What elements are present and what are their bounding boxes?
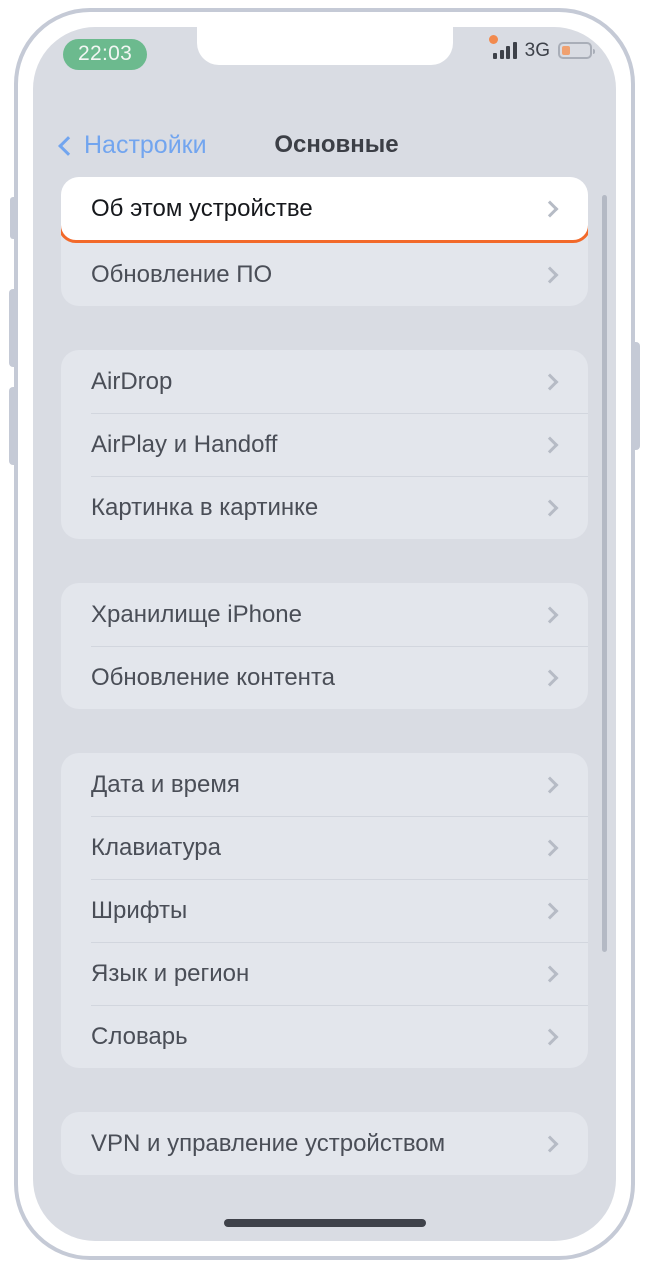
status-indicators: 3G	[489, 35, 595, 61]
chevron-right-icon	[541, 776, 559, 793]
settings-row[interactable]: Клавиатура	[61, 816, 588, 879]
page-title: Основные	[274, 131, 399, 158]
chevron-right-icon	[541, 839, 559, 856]
network-type-label: 3G	[524, 40, 550, 61]
volume-down-button[interactable]	[9, 387, 16, 465]
settings-row-label: Язык и регион	[91, 959, 250, 987]
home-indicator[interactable]	[223, 1219, 426, 1227]
recording-dot-icon	[489, 35, 498, 44]
volume-up-button[interactable]	[9, 289, 16, 367]
settings-group: Об этом устройстве Обновление ПО	[61, 177, 588, 306]
settings-group: Дата и время Клавиатура Шрифты Язык и регио…	[61, 753, 588, 1068]
settings-row[interactable]: AirPlay и Handoff	[61, 413, 588, 476]
settings-row-label: Обновление контента	[91, 663, 336, 691]
settings-row[interactable]: Об этом устройстве	[61, 177, 588, 243]
chevron-right-icon	[541, 902, 559, 919]
settings-row[interactable]: Язык и регион	[61, 942, 588, 1005]
silence-switch-button[interactable]	[10, 197, 16, 239]
settings-row-label: Дата и время	[91, 770, 240, 798]
settings-group: Хранилище iPhone Обновление контента	[61, 583, 588, 709]
signal-bars-icon	[493, 42, 517, 59]
settings-row[interactable]: Дата и время	[61, 753, 588, 816]
settings-row-label: Шрифты	[91, 896, 188, 924]
settings-row-label: Об этом устройстве	[91, 194, 313, 222]
battery-level-fill	[562, 46, 571, 55]
chevron-right-icon	[541, 1028, 559, 1045]
status-time: 22:03	[63, 39, 148, 70]
settings-row[interactable]: AirDrop	[61, 350, 588, 413]
settings-row[interactable]: Шрифты	[61, 879, 588, 942]
chevron-right-icon	[541, 606, 559, 623]
settings-group: VPN и управление устройством	[61, 1112, 588, 1175]
chevron-right-icon	[541, 965, 559, 982]
settings-row-label: AirDrop	[91, 367, 173, 395]
settings-groups: Об этом устройстве Обновление ПО AirDrop Ai…	[33, 177, 616, 1175]
phone-screen: 22:03 3G Настройки Основные Об этом устр…	[33, 27, 616, 1241]
settings-row[interactable]: VPN и управление устройством	[61, 1112, 588, 1175]
chevron-right-icon	[541, 200, 559, 217]
settings-row-label: AirPlay и Handoff	[91, 430, 278, 458]
chevron-right-icon	[541, 1135, 559, 1152]
settings-row-label: Клавиатура	[91, 833, 221, 861]
chevron-right-icon	[541, 373, 559, 390]
battery-icon	[558, 42, 595, 59]
chevron-right-icon	[541, 669, 559, 686]
settings-row-label: Хранилище iPhone	[91, 600, 302, 628]
phone-frame: 22:03 3G Настройки Основные Об этом устр…	[9, 8, 640, 1260]
settings-group: AirDrop AirPlay и Handoff Картинка в карти…	[61, 350, 588, 539]
chevron-right-icon	[541, 499, 559, 516]
settings-row[interactable]: Обновление контента	[61, 646, 588, 709]
settings-row[interactable]: Обновление ПО	[61, 243, 588, 306]
settings-row[interactable]: Хранилище iPhone	[61, 583, 588, 646]
power-button[interactable]	[633, 342, 640, 450]
settings-list[interactable]: Об этом устройстве Обновление ПО AirDrop Ai…	[33, 177, 616, 1241]
display-notch	[196, 27, 453, 65]
navigation-bar: Настройки Основные	[33, 119, 616, 171]
settings-row-label: Словарь	[91, 1022, 188, 1050]
chevron-right-icon	[541, 436, 559, 453]
settings-row-label: VPN и управление устройством	[91, 1129, 446, 1157]
chevron-right-icon	[541, 266, 559, 283]
settings-row-label: Обновление ПО	[91, 260, 273, 288]
settings-row[interactable]: Картинка в картинке	[61, 476, 588, 539]
settings-row-label: Картинка в картинке	[91, 493, 319, 521]
settings-row[interactable]: Словарь	[61, 1005, 588, 1068]
scrollbar-thumb[interactable]	[602, 195, 607, 952]
